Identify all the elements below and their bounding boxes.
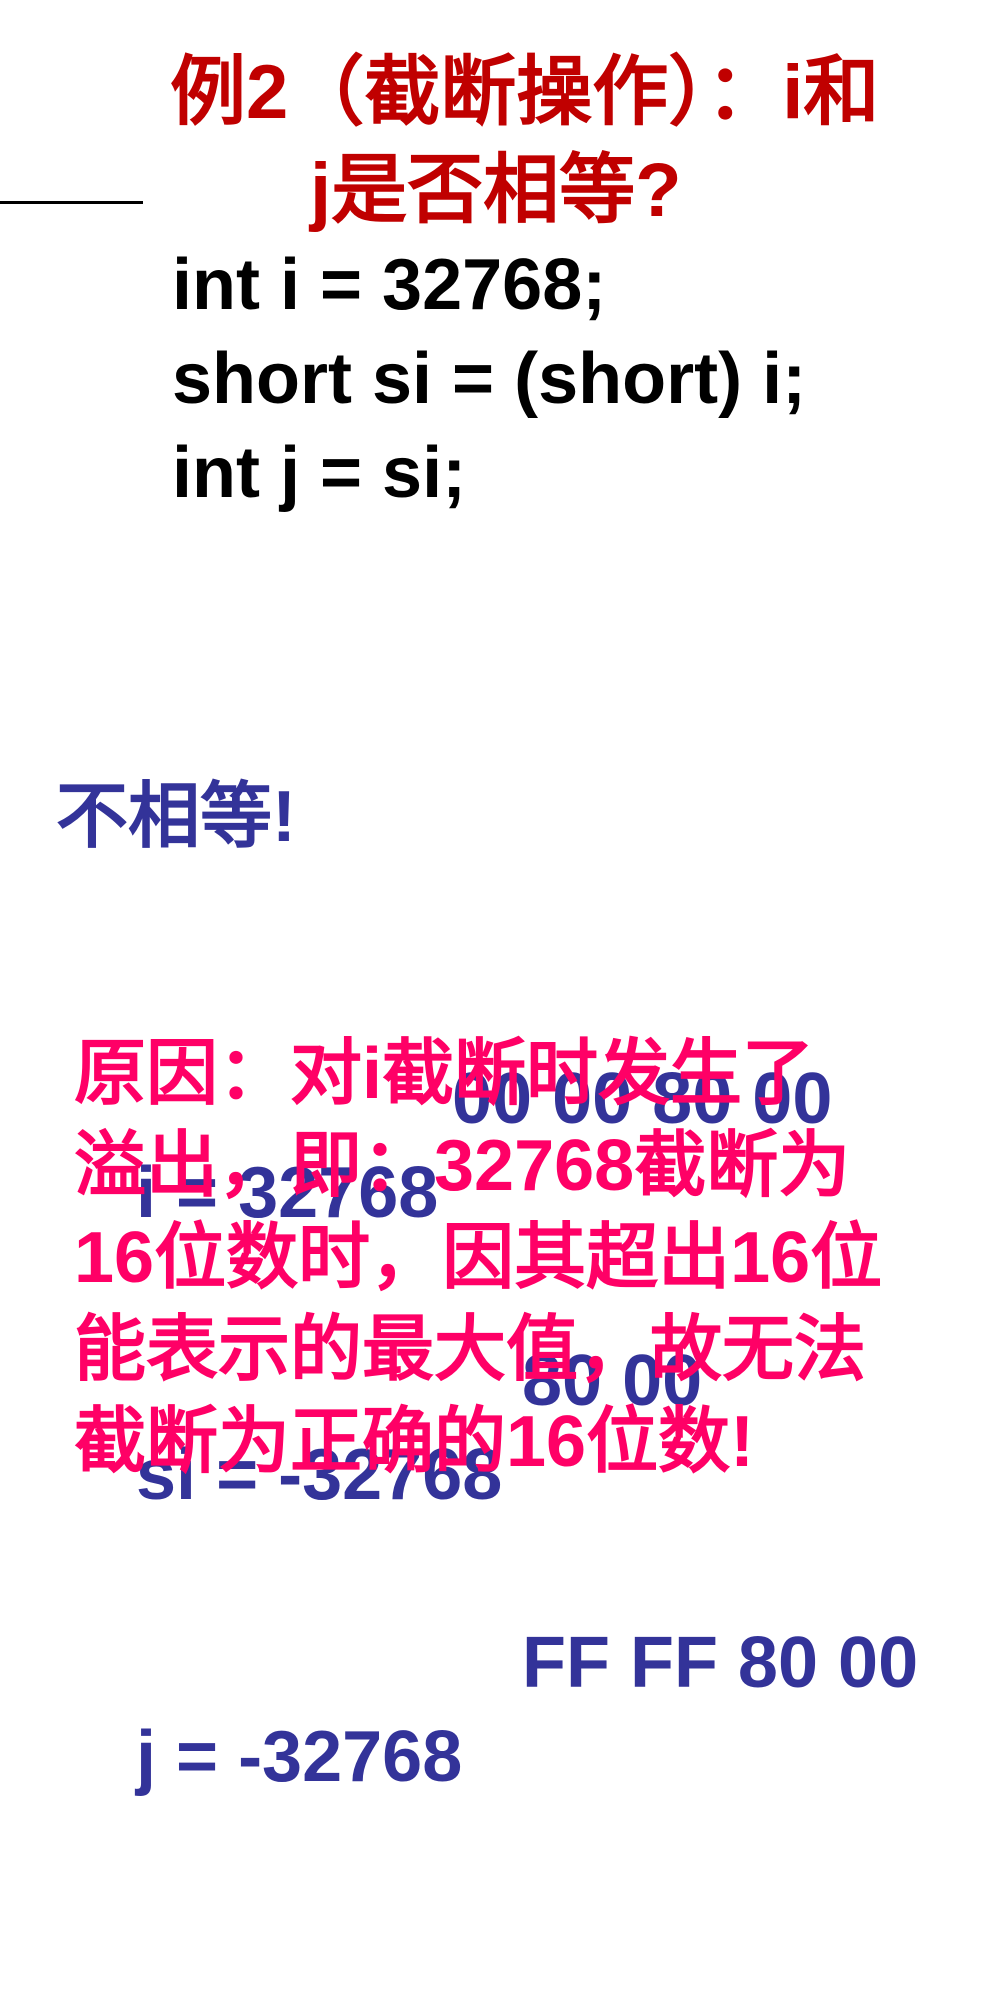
answer-verdict: 不相等! [56, 777, 296, 857]
slide-title: 例2（截断操作）：i和 j是否相等? [170, 44, 970, 240]
title-line-2: j是否相等? [310, 148, 682, 233]
reason-line: 溢出，即：32768截断为 [74, 1126, 851, 1206]
value-row: j = -32768 FF FF 80 00 [56, 1616, 918, 1797]
code-block: int i = 32768; short si = (short) i; int… [172, 238, 806, 520]
reason-line: 截断为正确的16位数! [74, 1402, 755, 1482]
divider-line [0, 201, 143, 204]
reason-line: 16位数时，因其超出16位 [74, 1218, 883, 1298]
reason-line: 原因：对i截断时发生了 [74, 1034, 815, 1114]
code-line: short si = (short) i; [172, 339, 807, 419]
title-line-1: 例2（截断操作）：i和 [170, 50, 880, 135]
code-line: int j = si; [172, 433, 467, 513]
reason-paragraph: 原因：对i截断时发生了 溢出，即：32768截断为 16位数时，因其超出16位 … [74, 1028, 974, 1488]
code-line: int i = 32768; [172, 245, 607, 325]
reason-line: 能表示的最大值，故无法 [74, 1310, 867, 1390]
value-hex: FF FF 80 00 [522, 1623, 919, 1703]
value-label: j = -32768 [136, 1717, 463, 1797]
